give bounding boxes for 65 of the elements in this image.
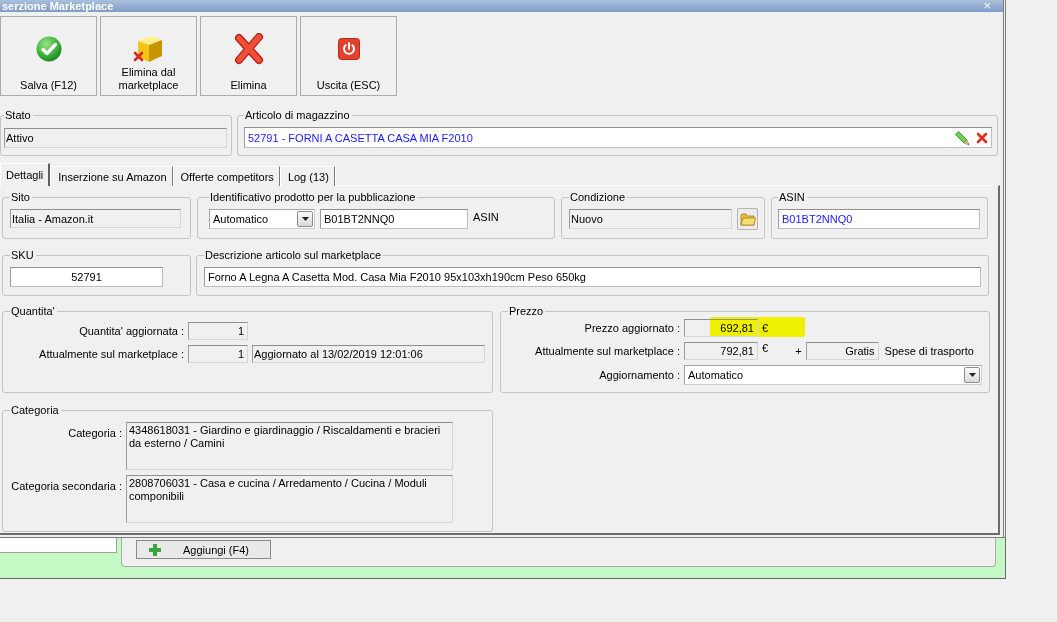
quantity-field: 1 xyxy=(188,322,248,340)
dropdown[interactable]: Automatico xyxy=(209,209,315,229)
group-title: Identificativo prodotto per la pubblicazione xyxy=(209,191,417,204)
asin-field[interactable]: B01BT2NNQ0 xyxy=(778,209,980,229)
code-type-label: ASIN xyxy=(473,211,499,223)
field-label: Prezzo aggiornato : xyxy=(583,322,680,334)
description-field[interactable]: Forno A Legna A Casetta Mod. Casa Mia F2010 95x103xh190cm Peso 650kg xyxy=(204,267,981,287)
caret-down-icon xyxy=(968,373,976,377)
quantity-field: 1 xyxy=(188,345,248,363)
site-field: Italia - Amazon.it xyxy=(10,209,181,228)
field-label: Attualmente sul marketplace : xyxy=(38,348,184,360)
code-field[interactable]: B01BT2NNQ0 xyxy=(320,209,468,229)
currency-label: € xyxy=(762,342,769,354)
remove-listing-button[interactable]: Elimina dal marketplace xyxy=(100,16,197,96)
category-text-area: 4348618031 - Giardino e giardinaggio / Riscaldamenti e bracieri da esterno / Camini xyxy=(126,422,453,470)
tab[interactable]: Offerte competitors xyxy=(174,166,280,186)
group-title: Stato xyxy=(4,109,32,122)
dropdown-button[interactable] xyxy=(297,211,313,227)
shipping-label: Spese di trasporto xyxy=(884,345,974,357)
condition-field: Nuovo xyxy=(569,209,732,229)
plus-icon xyxy=(149,543,161,556)
input-field[interactable] xyxy=(0,538,117,553)
delete-button[interactable]: Elimina xyxy=(200,16,297,96)
cross-icon xyxy=(233,33,264,65)
power-icon xyxy=(337,38,360,60)
tab[interactable]: Inserzione su Amazon xyxy=(52,166,173,186)
field-label: Categoria secondaria : xyxy=(10,479,122,492)
group-title: Prezzo xyxy=(508,305,545,318)
shipping-field: Gratis xyxy=(805,342,879,360)
cross-icon[interactable] xyxy=(976,131,988,144)
window-title: serzione Marketplace xyxy=(2,0,114,12)
update-info-field: Aggiornato al 13/02/2019 12:01:06 xyxy=(252,345,485,363)
pencil-icon[interactable] xyxy=(954,129,970,146)
group-title: Quantita' xyxy=(10,305,56,318)
tab[interactable]: Log (13) xyxy=(281,166,335,186)
field-label: Aggiornamento : xyxy=(598,369,680,381)
status-field: Attivo xyxy=(4,128,227,148)
group-title: Articolo di magazzino xyxy=(244,109,351,122)
currency-label: € xyxy=(762,322,769,334)
tab[interactable]: Dettagli xyxy=(0,163,51,186)
group-title: ASIN xyxy=(778,191,806,204)
caret-down-icon xyxy=(301,217,309,221)
field-label: Attualmente sul marketplace : xyxy=(534,345,680,357)
category-text-area: 2808706031 - Casa e cucina / Arredamento / Cucina / Moduli componibili xyxy=(126,475,453,523)
add-button[interactable]: Aggiungi (F4) xyxy=(136,540,271,559)
field-label: Categoria : xyxy=(67,426,122,439)
group-title: Descrizione articolo sul marketplace xyxy=(204,249,383,262)
dropdown-button[interactable] xyxy=(964,367,980,383)
group-title: SKU xyxy=(10,249,35,262)
sku-field[interactable]: 52791 xyxy=(10,267,163,287)
save-button[interactable]: Salva (F12) xyxy=(0,16,97,96)
exit-button[interactable]: Uscita (ESC) xyxy=(300,16,397,96)
field-label: Quantita' aggiornata : xyxy=(78,325,184,337)
dropdown[interactable]: Automatico xyxy=(684,365,982,385)
box-icon xyxy=(132,34,165,64)
plus-sign: + xyxy=(795,345,802,357)
group-title: Sito xyxy=(10,191,31,204)
group-title: Condizione xyxy=(569,191,627,204)
folder-button[interactable] xyxy=(737,208,758,230)
item-field[interactable]: 52791 - FORNI A CASETTA CASA MIA F2010 xyxy=(244,127,992,148)
check-icon xyxy=(35,36,62,62)
price-field: 692,81 xyxy=(684,319,758,337)
group-title: Categoria xyxy=(10,404,60,417)
folder-icon xyxy=(739,212,756,226)
price-field: 792,81 xyxy=(684,342,758,360)
